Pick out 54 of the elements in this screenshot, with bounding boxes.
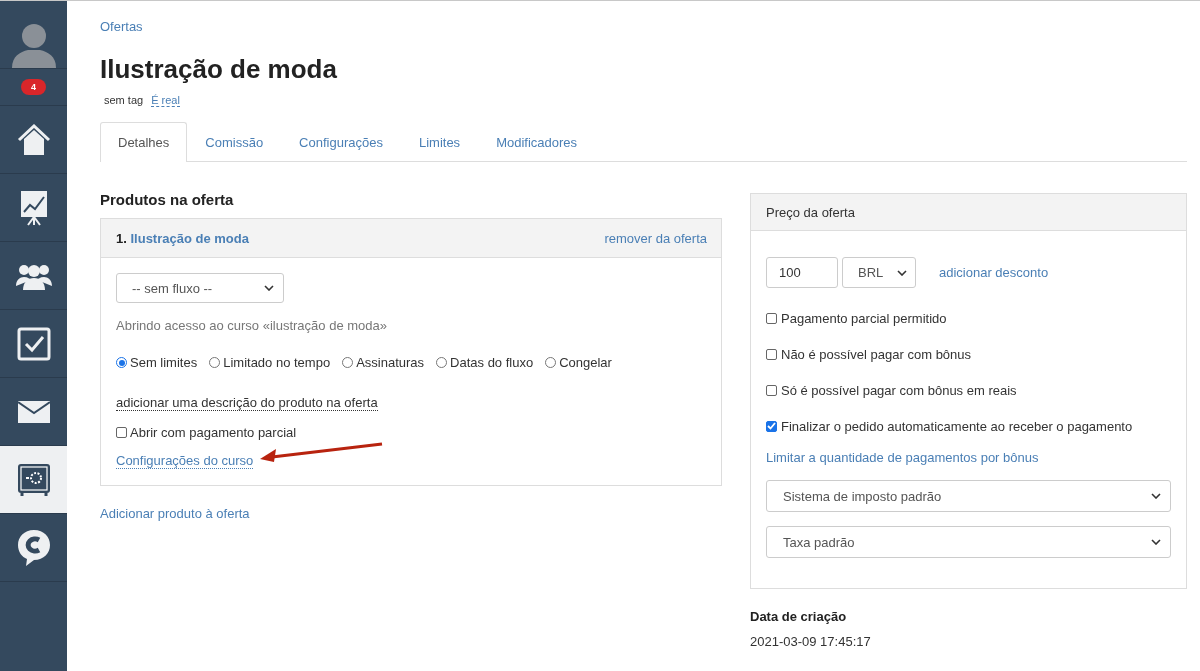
price-input[interactable]: 100 bbox=[766, 257, 838, 288]
notification-badge: 4 bbox=[21, 79, 46, 95]
checkbox[interactable] bbox=[766, 312, 777, 324]
discount-link[interactable]: adicionar desconto bbox=[939, 265, 1049, 280]
remove-link[interactable]: remover da oferta bbox=[604, 230, 707, 246]
chart-board-icon bbox=[19, 189, 48, 226]
checkbox[interactable] bbox=[116, 427, 127, 438]
avatar-silhouette-icon bbox=[11, 22, 56, 68]
page-title: Ilustração de moda bbox=[100, 54, 338, 85]
chevron-down-icon bbox=[1151, 539, 1161, 545]
radio-label: Sem limites bbox=[130, 355, 198, 370]
radio-label: Limitado no tempo bbox=[223, 355, 331, 370]
course-settings-link[interactable]: Configurações do curso bbox=[116, 453, 254, 469]
tag-label: sem tag bbox=[104, 94, 144, 107]
radio-label: Datas do fluxo bbox=[450, 355, 534, 370]
sidebar-item[interactable] bbox=[0, 446, 67, 514]
checkbox[interactable] bbox=[766, 420, 777, 432]
home-icon bbox=[16, 123, 51, 156]
add-product-link[interactable]: Adicionar produto à oferta bbox=[100, 506, 250, 521]
access-note: Abrindo acesso ao curso «ilustração de moda» bbox=[116, 318, 387, 333]
chevron-down-icon bbox=[1151, 493, 1161, 499]
checkbox-label: Finalizar o pedido automaticamente ao receber o pagamento bbox=[781, 418, 1133, 434]
checkbox-label: Não é possível pagar com bônus bbox=[781, 346, 972, 362]
card-title: Preço da oferta bbox=[766, 204, 855, 220]
description-link[interactable]: adicionar uma descrição do produto na oferta bbox=[116, 395, 378, 411]
chevron-down-icon bbox=[264, 285, 274, 291]
checkbox[interactable] bbox=[766, 348, 777, 360]
product-title: 1. Ilustração de moda bbox=[116, 230, 249, 246]
created-date: 2021-03-09 17:45:17 bbox=[750, 634, 872, 649]
safe-icon bbox=[16, 462, 51, 497]
tab[interactable]: Configurações bbox=[281, 122, 401, 162]
checkbox-label: Só é possível pagar com bônus em reais bbox=[781, 382, 1017, 398]
breadcrumb-link[interactable]: Ofertas bbox=[100, 19, 143, 34]
tax-dropdown[interactable]: Taxa padrão bbox=[766, 526, 1171, 558]
section-heading: Produtos na oferta bbox=[100, 191, 235, 208]
checkbox-check-icon bbox=[16, 326, 51, 361]
mail-icon bbox=[17, 400, 50, 423]
radio-label: Assinaturas bbox=[356, 355, 425, 370]
checkbox[interactable] bbox=[766, 384, 777, 396]
tax-dropdown[interactable]: Sistema de imposto padrão bbox=[766, 480, 1171, 512]
tab[interactable]: Detalhes bbox=[100, 122, 188, 162]
tag-link[interactable]: É real bbox=[151, 94, 180, 107]
checkbox-label: Abrir com pagamento parcial bbox=[130, 425, 297, 440]
tab[interactable]: Comissão bbox=[187, 122, 282, 162]
tab[interactable]: Modificadores bbox=[478, 122, 596, 162]
limit-payments-link[interactable]: Limitar a quantidade de pagamentos por bônus bbox=[766, 450, 1039, 465]
tab[interactable]: Limites bbox=[400, 122, 479, 162]
chat-c-icon bbox=[16, 528, 51, 567]
flow-dropdown[interactable]: -- sem fluxo -- bbox=[116, 273, 284, 303]
created-label: Data de criação bbox=[750, 609, 848, 624]
currency-dropdown[interactable]: BRL bbox=[842, 257, 916, 288]
radio-label: Congelar bbox=[559, 355, 612, 370]
chevron-down-icon bbox=[897, 269, 907, 276]
checkbox-label: Pagamento parcial permitido bbox=[781, 310, 947, 326]
